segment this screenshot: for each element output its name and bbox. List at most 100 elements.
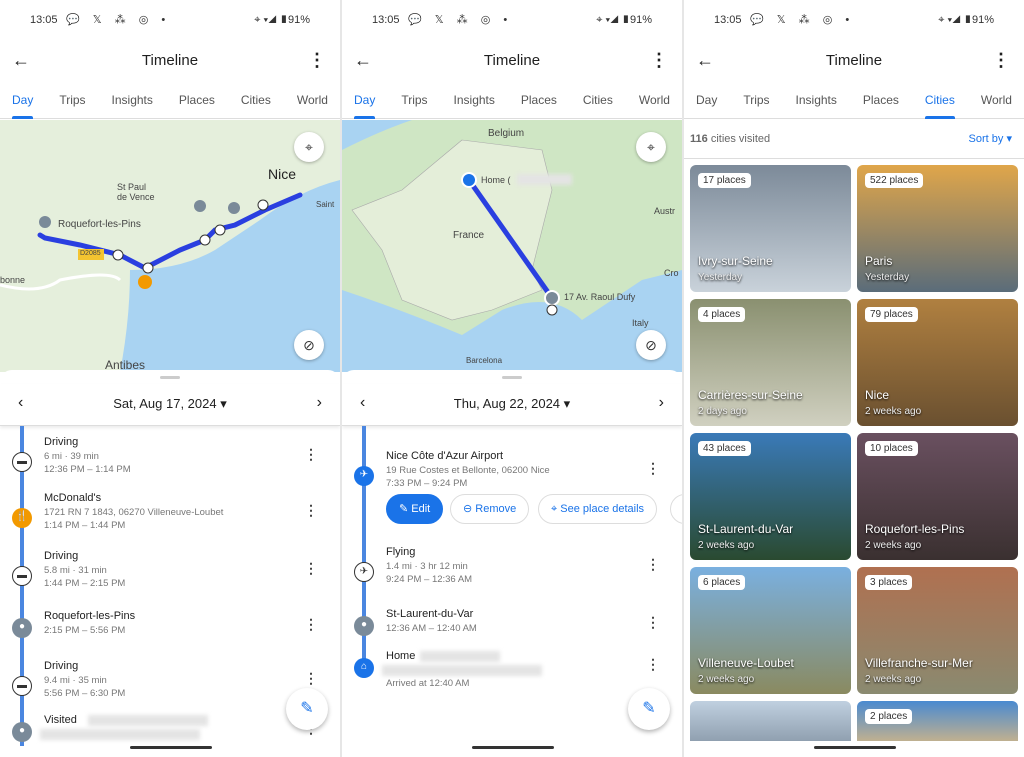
panel-day-aug22: 13:05 💬 𝕏 ⁂ ◎ • ⌖ ▾◢ ▮91% ← Timeline ⋮ D…: [342, 0, 682, 757]
tab-trips[interactable]: Trips: [401, 82, 427, 119]
divider: [684, 158, 1024, 159]
edit-fab[interactable]: ✎: [286, 688, 328, 730]
item-menu-icon[interactable]: ⋮: [646, 556, 660, 573]
car-marker: [199, 234, 211, 246]
city-name: Ivry-sur-Seine: [698, 254, 773, 268]
car-marker: [214, 224, 226, 236]
map[interactable]: Belgium France Austr Home ( 17 Av. Raoul…: [342, 120, 682, 372]
location-pin-icon[interactable]: ⌖: [636, 132, 666, 162]
place-icon: ●: [12, 722, 32, 742]
item-time: 5:56 PM – 6:30 PM: [44, 688, 126, 699]
item-menu-icon[interactable]: ⋮: [304, 560, 318, 577]
tab-trips[interactable]: Trips: [59, 82, 85, 119]
more-chip[interactable]: [670, 494, 682, 524]
tab-trips[interactable]: Trips: [743, 82, 769, 119]
city-name: Villefranche-sur-Mer: [865, 656, 973, 670]
item-detail: 12:36 AM – 12:40 AM: [386, 623, 477, 634]
edit-button[interactable]: ✎ Edit: [386, 494, 444, 524]
cities-count: 116: [690, 133, 708, 145]
date-selector[interactable]: Thu, Aug 22, 2024 ▾: [342, 396, 682, 412]
chevron-right-icon[interactable]: ›: [659, 394, 664, 412]
tab-world[interactable]: World: [981, 82, 1012, 119]
tab-world[interactable]: World: [297, 82, 328, 119]
places-count-badge: 79 places: [865, 307, 918, 322]
item-title: Driving: [44, 550, 79, 562]
wifi-icon: ▾◢: [605, 14, 619, 26]
city-card[interactable]: [690, 701, 851, 741]
more-options-icon[interactable]: ⋮: [992, 50, 1010, 71]
tab-day[interactable]: Day: [354, 82, 376, 119]
car-marker: [142, 262, 154, 274]
tab-places[interactable]: Places: [521, 82, 557, 119]
last-visited: 2 days ago: [698, 406, 747, 417]
tab-insights[interactable]: Insights: [796, 82, 837, 119]
date-label: Thu, Aug 22, 2024: [453, 396, 561, 411]
battery-level: 91%: [971, 14, 994, 26]
chevron-right-icon[interactable]: ›: [317, 394, 322, 412]
city-card[interactable]: 2 places: [857, 701, 1018, 741]
city-card[interactable]: 43 places St-Laurent-du-Var 2 weeks ago: [690, 433, 851, 560]
tab-world[interactable]: World: [639, 82, 670, 119]
item-time: 9:24 PM – 12:36 AM: [386, 574, 473, 585]
item-menu-icon[interactable]: ⋮: [646, 656, 660, 673]
tab-insights[interactable]: Insights: [454, 82, 495, 119]
city-name: Paris: [865, 254, 893, 268]
map-label-austria: Austr: [654, 206, 676, 216]
item-menu-icon[interactable]: ⋮: [646, 460, 660, 477]
tab-places[interactable]: Places: [863, 82, 899, 119]
more-options-icon[interactable]: ⋮: [650, 50, 668, 71]
city-card[interactable]: 522 places Paris Yesterday: [857, 165, 1018, 292]
location-pin-icon[interactable]: ⌖: [294, 132, 324, 162]
redacted-text: [88, 715, 208, 726]
map-label-home: Home (: [481, 175, 511, 185]
tab-cities[interactable]: Cities: [924, 82, 955, 119]
item-menu-icon[interactable]: ⋮: [304, 446, 318, 463]
map-label-italy: Italy: [632, 318, 649, 328]
last-visited: 2 weeks ago: [865, 540, 922, 551]
places-count-badge: 43 places: [698, 441, 751, 456]
item-menu-icon[interactable]: ⋮: [304, 670, 318, 687]
edit-fab[interactable]: ✎: [628, 688, 670, 730]
tab-cities[interactable]: Cities: [583, 82, 613, 119]
location-icon: ⌖: [254, 14, 261, 26]
battery-level: 91%: [629, 14, 652, 26]
gesture-bar: [130, 746, 212, 749]
map[interactable]: Nice St Paul de Vence Roquefort-les-Pins…: [0, 120, 340, 372]
item-menu-icon[interactable]: ⋮: [646, 614, 660, 631]
tab-places[interactable]: Places: [179, 82, 215, 119]
city-card[interactable]: 17 places Ivry-sur-Seine Yesterday: [690, 165, 851, 292]
tab-insights[interactable]: Insights: [112, 82, 153, 119]
item-title: Driving: [44, 436, 79, 448]
last-visited: Yesterday: [865, 272, 910, 283]
city-card[interactable]: 4 places Carrières-sur-Seine 2 days ago: [690, 299, 851, 426]
place-marker: [194, 200, 206, 212]
more-options-icon[interactable]: ⋮: [308, 50, 326, 71]
map-canvas[interactable]: [342, 120, 682, 372]
date-selector[interactable]: Sat, Aug 17, 2024 ▾: [0, 396, 340, 412]
city-card[interactable]: 6 places Villeneuve-Loubet 2 weeks ago: [690, 567, 851, 694]
edit-label: Edit: [411, 503, 431, 515]
location-pin-icon: ⌖: [551, 503, 558, 515]
see-place-details-button[interactable]: ⌖ See place details: [538, 494, 658, 524]
item-detail: 1.4 mi · 3 hr 12 min: [386, 561, 468, 572]
tab-day[interactable]: Day: [696, 82, 717, 119]
item-menu-icon[interactable]: ⋮: [304, 616, 318, 633]
layers-off-icon[interactable]: ⊘: [294, 330, 324, 360]
city-card[interactable]: 10 places Roquefort-les-Pins 2 weeks ago: [857, 433, 1018, 560]
city-card[interactable]: 3 places Villefranche-sur-Mer 2 weeks ag…: [857, 567, 1018, 694]
city-card[interactable]: 79 places Nice 2 weeks ago: [857, 299, 1018, 426]
drag-handle[interactable]: [502, 376, 522, 379]
item-title: Home: [386, 650, 416, 662]
layers-off-icon[interactable]: ⊘: [636, 330, 666, 360]
battery-icon: ▮: [279, 14, 288, 26]
date-navigator: ‹ Thu, Aug 22, 2024 ▾ ›: [342, 384, 682, 426]
item-menu-icon[interactable]: ⋮: [304, 502, 318, 519]
map-canvas[interactable]: [0, 120, 340, 372]
tab-cities[interactable]: Cities: [241, 82, 271, 119]
remove-button[interactable]: ⊖ Remove: [450, 494, 530, 524]
car-icon: ▬: [12, 676, 32, 696]
drag-handle[interactable]: [160, 376, 180, 379]
map-label-france: France: [453, 230, 485, 241]
sort-by-button[interactable]: Sort by ▾: [969, 132, 1012, 145]
tab-day[interactable]: Day: [12, 82, 34, 119]
